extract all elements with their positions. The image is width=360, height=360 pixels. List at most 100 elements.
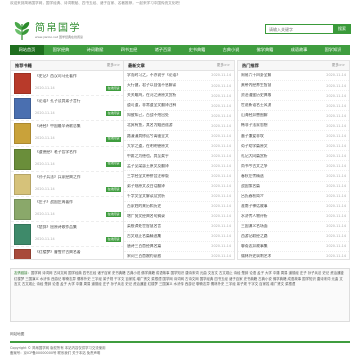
search-input[interactable] bbox=[265, 24, 333, 34]
list-item-title[interactable]: 关关雎鸠，在河之洲原文赏析 bbox=[127, 93, 176, 98]
nav-item-novels[interactable]: 古典小说 bbox=[214, 45, 248, 55]
footer-links[interactable]: 备案号：京ICP备00000000号 联系我们 关于本站 免责声明 bbox=[10, 351, 350, 356]
list-item[interactable]: 韩非子法家思想 2020-11-14 bbox=[238, 121, 349, 132]
book-item[interactable]: 《孙子兵法》兵家经典之作 2020-11-14 在线阅读 bbox=[11, 172, 124, 197]
read-button[interactable]: 在线阅读 bbox=[106, 187, 121, 192]
nav-item-idioms[interactable]: 成语故事 bbox=[282, 45, 316, 55]
list-item[interactable]: 礼记大同篇赏析 2020-11-14 bbox=[238, 151, 349, 162]
list-item[interactable]: 尚书今古文之争 2020-11-14 bbox=[238, 161, 349, 172]
list-item[interactable]: 宋词三百首婉约豪放 2020-11-14 bbox=[124, 252, 234, 259]
book-item[interactable]: 《诗经》中国最早诗歌总集 2020-11-14 在线阅读 bbox=[11, 121, 124, 147]
list-item[interactable]: 中庸之为德也，其至矣乎 2020-11-14 bbox=[124, 151, 234, 162]
list-item-title[interactable]: 山海经异兽图解 bbox=[241, 113, 268, 118]
nav-item-buddhism[interactable]: 佛学典籍 bbox=[248, 45, 282, 55]
book-title[interactable]: 《楚辞》屈原诗歌作品集 bbox=[35, 225, 121, 230]
book-title[interactable]: 《红楼梦》曹雪芹古典名著 bbox=[35, 250, 121, 255]
list-item[interactable]: 路漫漫其修远兮离骚全文 2020-11-14 bbox=[124, 131, 234, 142]
more-link[interactable]: 更多>> bbox=[107, 63, 120, 67]
list-item[interactable]: 春秋左传精选 2020-11-14 bbox=[238, 171, 349, 182]
list-item[interactable]: 吕氏春秋简介 2020-11-14 bbox=[238, 192, 349, 202]
nav-item-four-books[interactable]: 四书五经 bbox=[112, 45, 146, 55]
book-title[interactable]: 《道德经》老子哲学名作 bbox=[35, 150, 121, 155]
list-item-title[interactable]: 千字文全文解读及赏析 bbox=[127, 194, 165, 199]
book-title[interactable]: 《史记》西汉司马迁著作 bbox=[35, 74, 121, 79]
nav-item-home[interactable]: 网站首页 bbox=[10, 45, 44, 55]
list-item-title[interactable]: 道可道，非常道全文翻译注释 bbox=[127, 103, 176, 108]
list-item[interactable]: 增广贤文经典名句摘录 2020-11-14 bbox=[124, 212, 234, 222]
list-item-title[interactable]: 三国演义名场面 bbox=[241, 224, 268, 229]
book-cover-image[interactable] bbox=[14, 123, 31, 145]
nav-item-knowledge[interactable]: 国学知识 bbox=[316, 45, 350, 55]
list-item[interactable]: 百家姓的来历和历史 2020-11-14 bbox=[124, 202, 234, 212]
friend-links-list[interactable]: 国学网 诗词网 古诗文网 国学经典 四书五经 诸子百家 史书典籍 古典小说 佛学… bbox=[14, 271, 344, 286]
list-item-title[interactable]: 儒林外史讽刺艺术 bbox=[241, 254, 271, 259]
list-item[interactable]: 菜根谭处世智慧名言 2020-11-14 bbox=[124, 222, 234, 232]
list-item[interactable]: 古文观止名篇精选集 2020-11-14 bbox=[124, 232, 234, 242]
nav-item-classics[interactable]: 国学经典 bbox=[44, 45, 78, 55]
list-item-title[interactable]: 水浒传人物评析 bbox=[241, 214, 268, 219]
list-item[interactable]: 资治通鉴历史典故 2020-11-14 bbox=[238, 91, 349, 102]
list-item-title[interactable]: 周易六十四卦全解 bbox=[241, 73, 271, 78]
book-item[interactable]: 《红楼梦》曹雪芹古典名著2020-11-14在线阅读 bbox=[11, 247, 124, 259]
list-item[interactable]: 关关雎鸠，在河之洲原文赏析 2020-11-14 bbox=[124, 91, 234, 102]
list-item-title[interactable]: 三字经全文带拼音注释版 bbox=[127, 174, 169, 179]
list-item[interactable]: 墨子兼爱非攻 2020-11-14 bbox=[238, 131, 349, 142]
list-item-title[interactable]: 淮南子神话故事 bbox=[241, 204, 268, 209]
list-item[interactable]: 山海经异兽图解 2020-11-14 bbox=[238, 111, 349, 122]
book-title[interactable]: 《庄子》战国庄周著作 bbox=[35, 200, 121, 205]
list-item[interactable]: 聊斋志异故事集 2020-11-14 bbox=[238, 242, 349, 252]
list-item-title[interactable]: 荀子劝学篇原文 bbox=[241, 144, 268, 149]
search-button[interactable]: 搜索 bbox=[333, 24, 351, 34]
list-item[interactable]: 淮南子神话故事 2020-11-14 bbox=[238, 202, 349, 212]
book-cover-image[interactable] bbox=[14, 249, 31, 259]
book-item[interactable]: 《道德经》老子哲学名作 2020-11-14 在线阅读 bbox=[11, 147, 124, 172]
list-item-title[interactable]: 大学之道，在明明德原文 bbox=[127, 144, 169, 149]
list-item[interactable]: 学而时习之，不亦说乎《论语》 2020-11-14 bbox=[124, 71, 234, 82]
book-item[interactable]: 《论语》孔子及其弟子言行 2020-11-14 在线阅读 bbox=[11, 96, 124, 122]
list-item-title[interactable]: 学而时习之，不亦说乎《论语》 bbox=[127, 73, 180, 78]
list-item[interactable]: 荀子劝学篇原文 2020-11-14 bbox=[238, 141, 349, 152]
list-item-title[interactable]: 百家姓的来历和历史 bbox=[127, 204, 161, 209]
sitemap-link[interactable]: 网站地图 bbox=[10, 332, 24, 336]
list-item-title[interactable]: 增广贤文经典名句摘录 bbox=[127, 214, 165, 219]
read-button[interactable]: 在线阅读 bbox=[106, 237, 121, 243]
book-cover-image[interactable] bbox=[14, 148, 31, 170]
list-item-title[interactable]: 吕氏春秋简介 bbox=[241, 194, 264, 199]
more-link[interactable]: 更多>> bbox=[217, 63, 230, 67]
book-cover-image[interactable] bbox=[14, 98, 31, 120]
list-item[interactable]: 战国策名篇 2020-11-14 bbox=[238, 182, 349, 192]
list-item[interactable]: 三国演义名场面 2020-11-14 bbox=[238, 222, 349, 232]
nav-item-philosophers[interactable]: 诸子百家 bbox=[146, 45, 180, 55]
read-button[interactable]: 在线阅读 bbox=[106, 212, 121, 218]
list-item-title[interactable]: 世说新语名士风流 bbox=[241, 103, 271, 108]
list-item-title[interactable]: 墨子兼爱非攻 bbox=[241, 134, 264, 139]
list-item-title[interactable]: 尚书今古文之争 bbox=[241, 164, 268, 169]
read-button[interactable]: 在线阅读 bbox=[106, 86, 121, 92]
list-item[interactable]: 黄帝内经养生智慧 2020-11-14 bbox=[238, 81, 349, 92]
book-item[interactable]: 《史记》西汉司马迁著作 2020-11-14 在线阅读 bbox=[11, 71, 124, 97]
list-item[interactable]: 孟子见梁惠王原文及翻译 2020-11-14 bbox=[124, 161, 234, 172]
list-item[interactable]: 水浒传人物评析 2020-11-14 bbox=[238, 212, 349, 222]
list-item[interactable]: 西游记取经之路 2020-11-14 bbox=[238, 232, 349, 242]
nav-item-history[interactable]: 史书典籍 bbox=[180, 45, 214, 55]
list-item-title[interactable]: 天行健，君子以自强不息解读 bbox=[127, 83, 176, 88]
book-title[interactable]: 《诗经》中国最早诗歌总集 bbox=[35, 124, 121, 129]
list-item-title[interactable]: 资治通鉴历史典故 bbox=[241, 93, 271, 98]
list-item-title[interactable]: 宋词三百首婉约豪放 bbox=[127, 254, 161, 259]
list-item[interactable]: 儒林外史讽刺艺术 2020-11-14 bbox=[238, 252, 349, 259]
list-item[interactable]: 唐诗三百首经典名篇 2020-11-14 bbox=[124, 242, 234, 252]
more-link[interactable]: 更多>> bbox=[332, 63, 345, 67]
book-item[interactable]: 《庄子》战国庄周著作 2020-11-14 在线阅读 bbox=[11, 197, 124, 223]
list-item-title[interactable]: 古文观止名篇精选集 bbox=[127, 234, 161, 239]
list-item[interactable]: 世说新语名士风流 2020-11-14 bbox=[238, 101, 349, 112]
list-item[interactable]: 弟子规原文及白话翻译 2020-11-14 bbox=[124, 182, 234, 192]
book-title[interactable]: 《孙子兵法》兵家经典之作 bbox=[35, 175, 121, 180]
list-item-title[interactable]: 菜根谭处世智慧名言 bbox=[127, 224, 161, 229]
list-item-title[interactable]: 黄帝内经养生智慧 bbox=[241, 83, 271, 88]
book-cover-image[interactable] bbox=[14, 224, 31, 246]
read-button[interactable]: 在线阅读 bbox=[106, 162, 121, 167]
book-cover-image[interactable] bbox=[14, 73, 31, 94]
list-item-title[interactable]: 礼记大同篇赏析 bbox=[241, 154, 268, 159]
list-item-title[interactable]: 战国策名篇 bbox=[241, 184, 260, 189]
book-cover-image[interactable] bbox=[14, 198, 31, 220]
